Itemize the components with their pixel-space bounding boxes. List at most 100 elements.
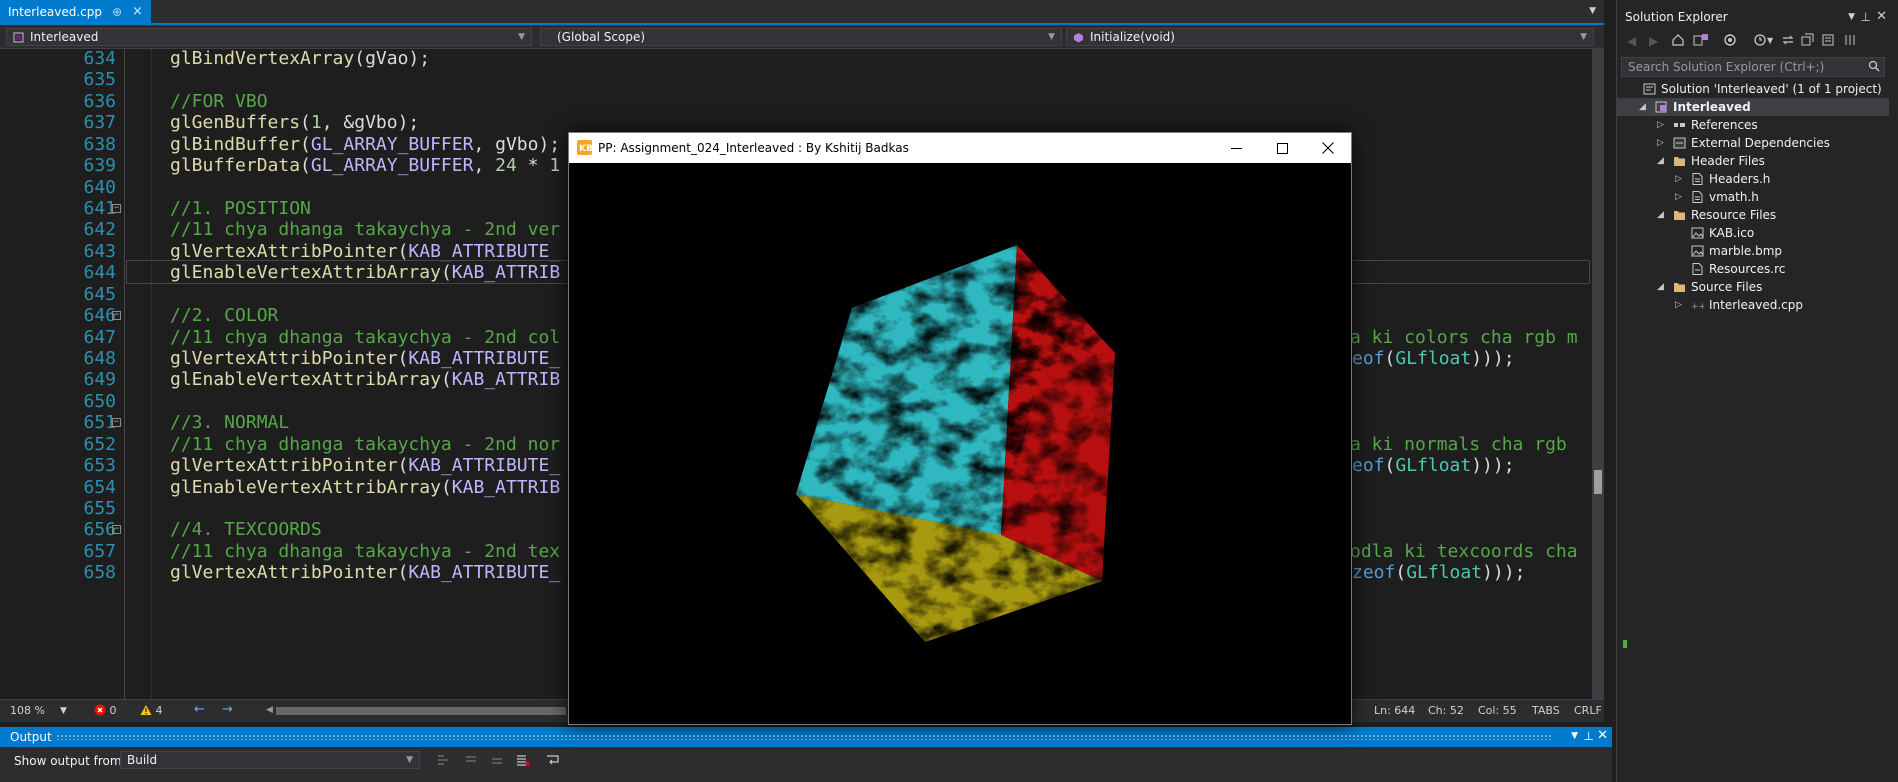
navigate-forward-icon[interactable]: → — [222, 702, 233, 717]
properties-icon[interactable] — [1843, 33, 1857, 47]
panel-menu-icon[interactable]: ▼ — [1571, 731, 1578, 741]
go-to-next-icon[interactable] — [490, 753, 504, 767]
member-dropdown[interactable]: Initialize(void) ▼ — [1066, 28, 1594, 46]
line-ending-status[interactable]: CRLF — [1574, 704, 1602, 717]
solution-explorer-title: Solution Explorer — [1625, 10, 1728, 24]
sync-icon[interactable] — [1781, 33, 1795, 47]
go-to-previous-icon[interactable] — [464, 753, 478, 767]
tree-item[interactable]: ▷ Headers.h — [1617, 170, 1889, 188]
warning-count[interactable]: 4 — [140, 704, 163, 717]
tabs-status[interactable]: TABS — [1532, 704, 1560, 717]
tree-item-label: vmath.h — [1709, 190, 1759, 204]
tree-item[interactable]: KAB.ico — [1617, 224, 1889, 242]
member-value: Initialize(void) — [1090, 30, 1175, 44]
project-dropdown[interactable]: Interleaved ▼ — [6, 28, 532, 46]
svg-text:KB: KB — [579, 144, 592, 154]
navigate-back-icon[interactable]: ← — [194, 702, 205, 717]
chevron-down-icon[interactable]: ▼ — [1767, 36, 1773, 45]
output-source-select[interactable]: Build ▼ — [120, 751, 420, 769]
collapse-region-icon[interactable]: − — [112, 204, 121, 213]
find-message-icon[interactable] — [436, 753, 450, 767]
maximize-icon — [1276, 142, 1288, 154]
zoom-level[interactable]: 108 % — [10, 704, 45, 717]
pin-icon[interactable]: ⊕ — [112, 5, 122, 19]
collapse-all-icon[interactable] — [1801, 33, 1815, 47]
collapse-region-icon[interactable]: − — [112, 418, 121, 428]
expanded-arrow-icon[interactable]: ◢ — [1657, 206, 1664, 224]
code-fragment: eof(GLfloat))); — [1352, 455, 1515, 477]
minimize-button[interactable] — [1213, 133, 1259, 163]
chevron-down-icon: ▼ — [406, 755, 413, 765]
history-icon[interactable] — [1753, 33, 1767, 47]
panel-menu-icon[interactable]: ▼ — [1848, 12, 1855, 22]
collapsed-arrow-icon[interactable]: ▷ — [1675, 188, 1682, 206]
tree-item-label: Source Files — [1691, 280, 1763, 294]
textured-cube — [796, 245, 1115, 642]
tab-overflow-icon[interactable]: ▼ — [1589, 6, 1596, 16]
collapsed-arrow-icon[interactable]: ▷ — [1657, 134, 1664, 152]
tree-item[interactable]: ▷ References — [1617, 116, 1889, 134]
close-panel-icon[interactable]: ✕ — [1597, 728, 1608, 743]
word-wrap-icon[interactable] — [546, 753, 560, 767]
clear-all-icon[interactable] — [516, 753, 530, 767]
collapse-region-icon[interactable]: − — [112, 525, 121, 535]
tree-item[interactable]: ▷ vmath.h — [1617, 188, 1889, 206]
navigation-bar: Interleaved ▼ (Global Scope) ▼ Initializ… — [0, 25, 1604, 49]
solution-explorer-title-bar[interactable]: Solution Explorer ▼ ⊥ ✕ — [1617, 8, 1898, 28]
tree-item[interactable]: ▷ ++ Interleaved.cpp — [1617, 296, 1889, 314]
pending-changes-icon[interactable] — [1723, 33, 1737, 47]
collapsed-arrow-icon[interactable]: ▷ — [1675, 296, 1682, 314]
vertical-scrollbar[interactable] — [1592, 49, 1604, 699]
window-title: PP: Assignment_024_Interleaved : By Kshi… — [598, 141, 909, 155]
tab-label: Interleaved.cpp — [8, 4, 102, 19]
tree-item[interactable]: Solution 'Interleaved' (1 of 1 project) — [1617, 80, 1889, 98]
show-all-files-icon[interactable] — [1821, 33, 1835, 47]
tree-item[interactable]: Resources.rc — [1617, 260, 1889, 278]
chevron-down-icon: ▼ — [518, 32, 525, 42]
opengl-window[interactable]: KB PP: Assignment_024_Interleaved : By K… — [568, 132, 1352, 725]
solution-explorer: Solution Explorer ▼ ⊥ ✕ ◀ ▶ ▼ Search Sol… — [1616, 0, 1898, 782]
tree-item-label: marble.bmp — [1709, 244, 1783, 258]
warning-icon — [140, 705, 152, 715]
collapse-region-icon[interactable]: − — [112, 311, 121, 321]
tree-item[interactable]: ◢ Resource Files — [1617, 206, 1889, 224]
scope-dropdown[interactable]: (Global Scope) ▼ — [540, 28, 1062, 46]
close-tab-icon[interactable]: × — [132, 4, 143, 19]
zoom-dropdown-icon[interactable]: ▼ — [60, 706, 67, 716]
close-panel-icon[interactable]: ✕ — [1876, 9, 1887, 24]
tree-item-label: Headers.h — [1709, 172, 1771, 186]
tab-interleaved-cpp[interactable]: Interleaved.cpp ⊕ × — [0, 0, 151, 23]
collapsed-arrow-icon[interactable]: ▷ — [1675, 170, 1682, 188]
pin-panel-icon[interactable]: ⊥ — [1861, 10, 1871, 24]
tree-item[interactable]: ◢ Interleaved — [1617, 98, 1889, 116]
solution-tree[interactable]: Solution 'Interleaved' (1 of 1 project) ◢… — [1617, 80, 1889, 320]
expanded-arrow-icon[interactable]: ◢ — [1657, 278, 1664, 296]
back-icon[interactable]: ◀ — [1627, 34, 1636, 48]
render-canvas[interactable] — [569, 163, 1351, 724]
switch-views-icon[interactable] — [1693, 33, 1709, 47]
maximize-button[interactable] — [1259, 133, 1305, 163]
expanded-arrow-icon[interactable]: ◢ — [1657, 152, 1664, 170]
tree-item[interactable]: ◢ Header Files — [1617, 152, 1889, 170]
close-button[interactable] — [1305, 133, 1351, 163]
home-icon[interactable] — [1671, 33, 1685, 47]
tree-item-label: Solution 'Interleaved' (1 of 1 project) — [1661, 82, 1882, 96]
show-output-label: Show output from: — [14, 754, 126, 768]
solution-search-input[interactable]: Search Solution Explorer (Ctrl+;) — [1621, 57, 1885, 77]
search-icon[interactable] — [1868, 60, 1880, 72]
opengl-window-title-bar[interactable]: KB PP: Assignment_024_Interleaved : By K… — [569, 133, 1351, 163]
solution-icon — [1643, 83, 1656, 95]
error-count[interactable]: 0 — [94, 704, 117, 717]
horizontal-scrollbar-thumb[interactable] — [276, 707, 566, 715]
scrollbar-thumb[interactable] — [1594, 470, 1602, 494]
forward-icon[interactable]: ▶ — [1649, 34, 1658, 48]
tree-item[interactable]: ▷ External Dependencies — [1617, 134, 1889, 152]
pin-panel-icon[interactable]: ⊥ — [1584, 729, 1594, 743]
collapsed-arrow-icon[interactable]: ▷ — [1657, 116, 1664, 134]
output-title-bar[interactable]: Output ▼ ⊥ ✕ — [0, 727, 1612, 747]
expanded-arrow-icon[interactable]: ◢ — [1639, 98, 1646, 116]
scroll-left-icon[interactable]: ◀ — [266, 705, 273, 715]
tree-item-label: KAB.ico — [1709, 226, 1755, 240]
tree-item[interactable]: ◢ Source Files — [1617, 278, 1889, 296]
tree-item[interactable]: marble.bmp — [1617, 242, 1889, 260]
